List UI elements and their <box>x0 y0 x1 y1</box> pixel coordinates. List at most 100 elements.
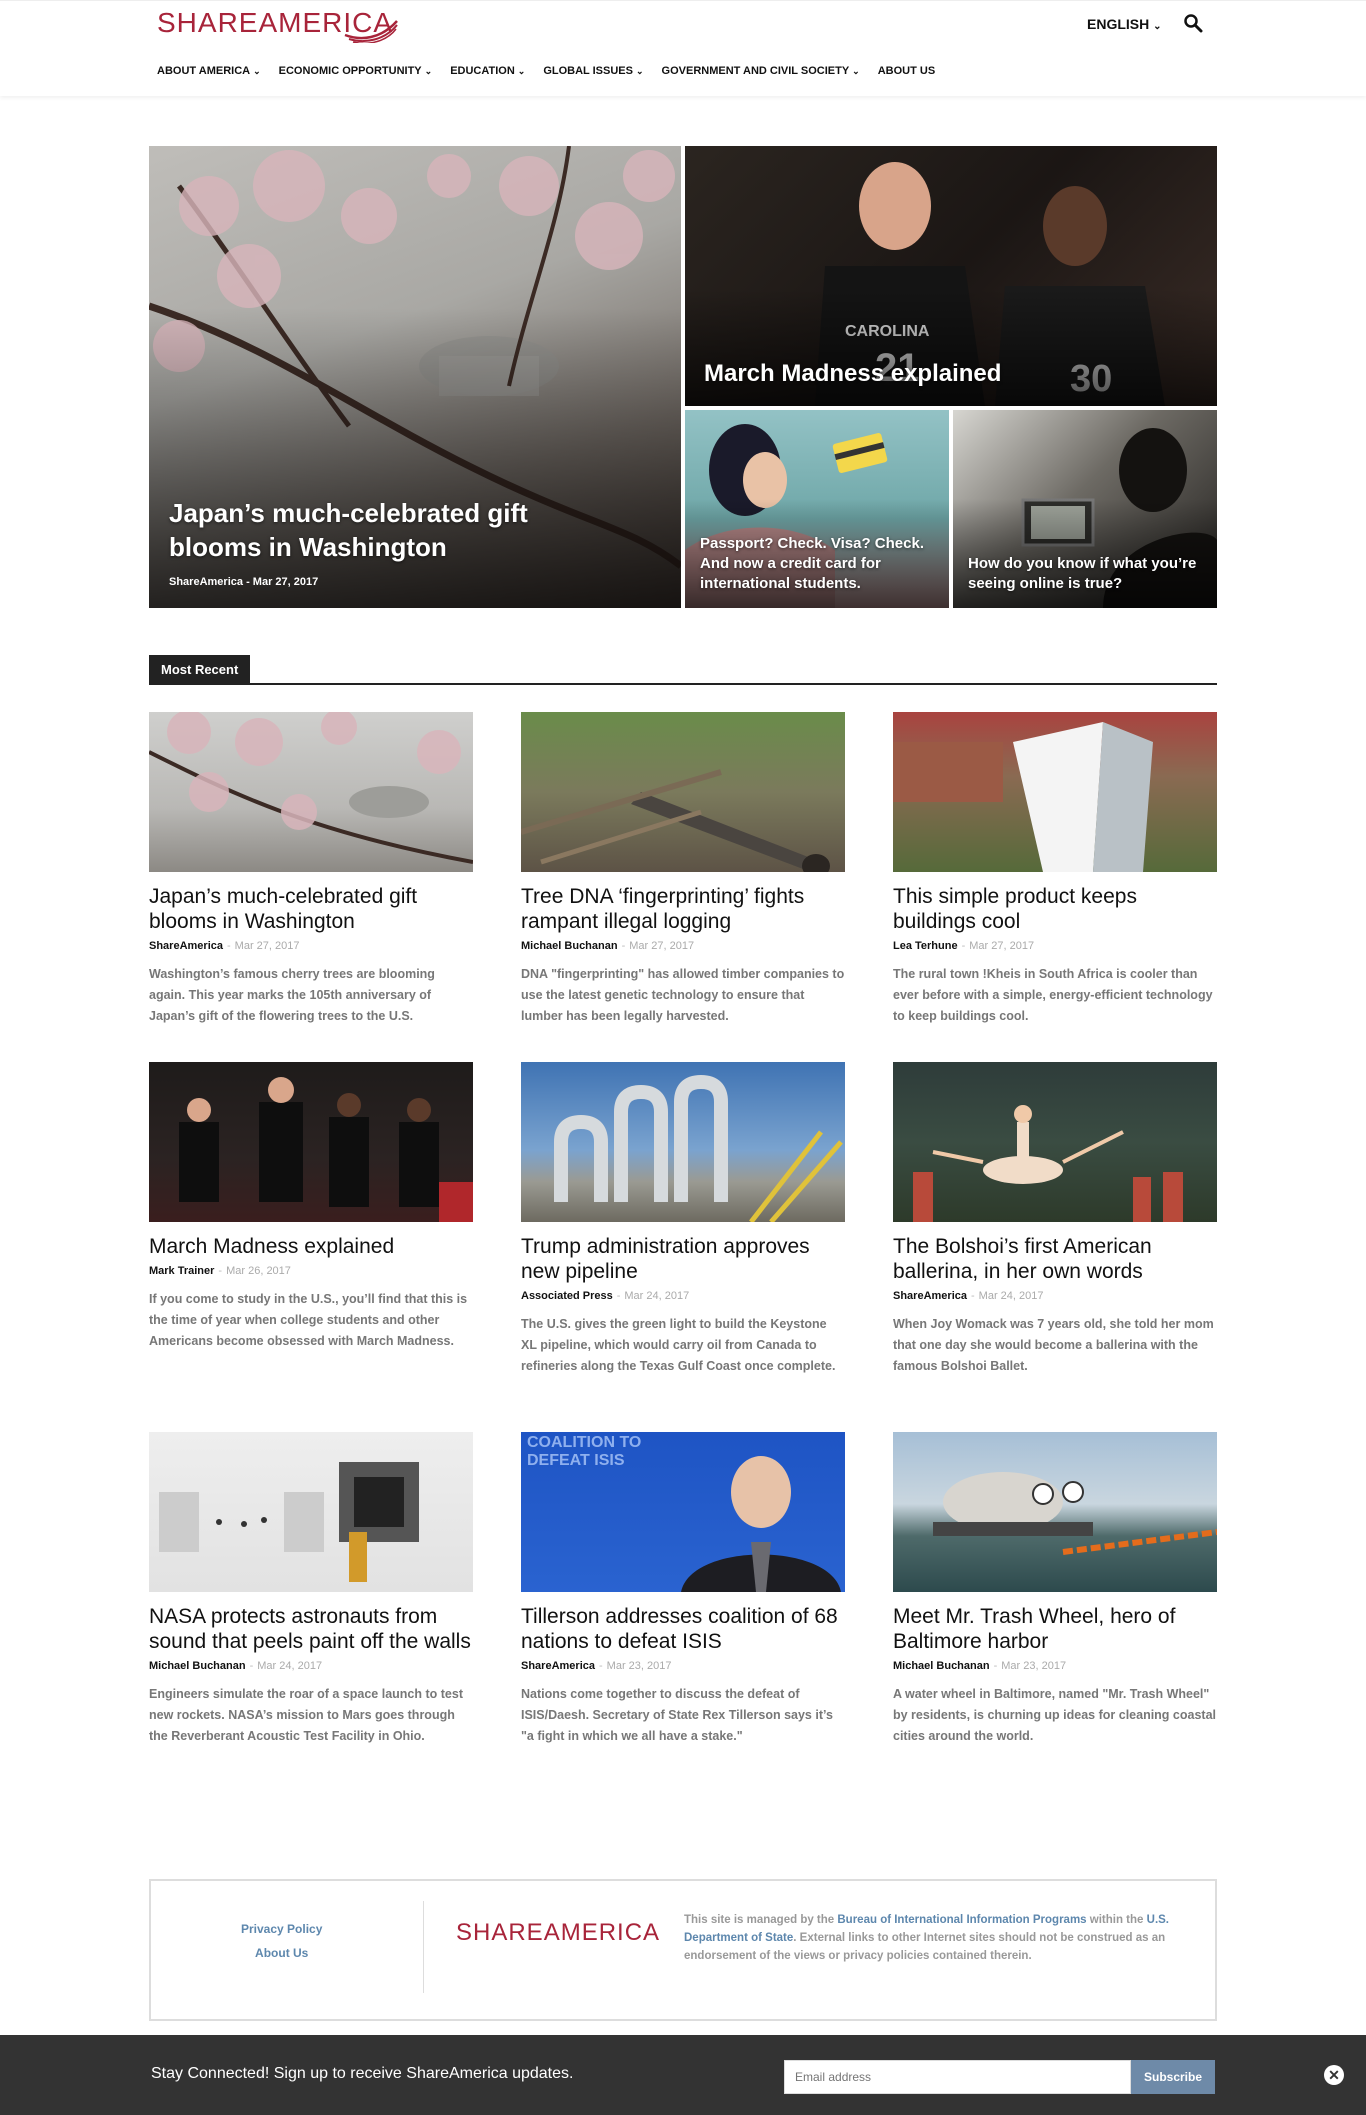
article-author[interactable]: ShareAmerica <box>893 1290 967 1302</box>
nav-item-economic-opportunity[interactable]: ECONOMIC OPPORTUNITY ⌄ <box>279 65 433 77</box>
article-excerpt: Engineers simulate the roar of a space l… <box>149 1687 463 1743</box>
article-author[interactable]: Michael Buchanan <box>149 1660 246 1672</box>
site-footer: Privacy Policy About Us SHAREAMERICA Thi… <box>149 1879 1217 2021</box>
article-thumbnail[interactable] <box>149 1062 473 1222</box>
article-card[interactable]: NASA protects astronauts from sound that… <box>149 1432 473 1747</box>
article-author[interactable]: Michael Buchanan <box>893 1660 990 1672</box>
subscribe-prompt: Stay Connected! Sign up to receive Share… <box>151 2065 574 2082</box>
article-thumbnail[interactable] <box>893 1062 1217 1222</box>
about-us-link[interactable]: About Us <box>241 1941 322 1965</box>
article-byline: ShareAmerica - Mar 27, 2017 <box>149 940 473 952</box>
nav-label: GLOBAL ISSUES <box>543 65 633 77</box>
hero-bottom-left-tile[interactable]: Passport? Check. Visa? Check. And now a … <box>685 410 949 608</box>
article-thumbnail[interactable] <box>893 712 1217 872</box>
byline-separator: - <box>249 1660 254 1672</box>
article-title[interactable]: Trump administration approves new pipeli… <box>521 1234 845 1284</box>
article-byline: Lea Terhune - Mar 27, 2017 <box>893 940 1217 952</box>
article-thumbnail[interactable] <box>149 712 473 872</box>
footer-logo[interactable]: SHAREAMERICA <box>456 1919 660 1947</box>
subscribe-button[interactable]: Subscribe <box>1131 2060 1215 2094</box>
article-excerpt: A water wheel in Baltimore, named "Mr. T… <box>893 1687 1216 1743</box>
hero-main-title[interactable]: Japan’s much-celebrated gift blooms in W… <box>169 496 569 564</box>
article-title[interactable]: The Bolshoi’s first American ballerina, … <box>893 1234 1217 1284</box>
chevron-down-icon: ⌄ <box>852 66 860 76</box>
nav-label: ECONOMIC OPPORTUNITY <box>278 65 422 77</box>
article-thumbnail[interactable] <box>893 1432 1217 1592</box>
article-date: Mar 24, 2017 <box>978 1290 1044 1302</box>
article-title[interactable]: Meet Mr. Trash Wheel, hero of Baltimore … <box>893 1604 1217 1654</box>
hero-overlay <box>685 289 1217 406</box>
disclaimer-text: within the <box>1086 1914 1147 1926</box>
article-card[interactable]: Trump administration approves new pipeli… <box>521 1062 845 1377</box>
article-card[interactable]: March Madness explained Mark Trainer - Mar… <box>149 1062 473 1352</box>
search-icon[interactable] <box>1183 13 1203 33</box>
article-thumbnail[interactable] <box>521 1062 845 1222</box>
article-author[interactable]: ShareAmerica <box>521 1660 595 1672</box>
nav-item-global-issues[interactable]: GLOBAL ISSUES ⌄ <box>543 65 643 77</box>
article-card[interactable]: The Bolshoi’s first American ballerina, … <box>893 1062 1217 1377</box>
article-card[interactable]: Japan’s much-celebrated gift blooms in W… <box>149 712 473 1027</box>
article-excerpt: The U.S. gives the green light to build … <box>521 1317 836 1373</box>
hero-bottom-right-title[interactable]: How do you know if what you’re seeing on… <box>968 554 1208 594</box>
byline-separator: - <box>227 940 231 952</box>
article-date: Mar 26, 2017 <box>226 1265 291 1277</box>
byline-separator: - <box>961 940 966 952</box>
article-thumbnail[interactable] <box>149 1432 473 1592</box>
article-card[interactable]: COALITION TO DEFEAT ISIS Tillerson addre… <box>521 1432 845 1747</box>
article-byline: ShareAmerica - Mar 23, 2017 <box>521 1660 845 1672</box>
hero-bottom-left-title[interactable]: Passport? Check. Visa? Check. And now a … <box>700 534 940 594</box>
hero-main-tile[interactable]: Japan’s much-celebrated gift blooms in W… <box>149 146 681 608</box>
article-excerpt: The rural town !Kheis in South Africa is… <box>893 967 1213 1023</box>
hero-bottom-right-tile[interactable]: How do you know if what you’re seeing on… <box>953 410 1217 608</box>
article-byline: Mark Trainer - Mar 26, 2017 <box>149 1265 473 1277</box>
article-author[interactable]: Mark Trainer <box>149 1265 214 1277</box>
article-thumbnail[interactable]: COALITION TO DEFEAT ISIS <box>521 1432 845 1592</box>
byline-separator: - <box>621 940 626 952</box>
chevron-down-icon: ⌄ <box>517 66 526 76</box>
article-date: Mar 24, 2017 <box>624 1290 690 1302</box>
hero-top-right-tile[interactable]: CAROLINA 21 30 March Madness explained <box>685 146 1217 406</box>
close-icon[interactable]: ✕ <box>1324 2065 1344 2085</box>
article-card[interactable]: Tree DNA ‘fingerprinting’ fights rampant… <box>521 712 845 1027</box>
article-excerpt: When Joy Womack was 7 years old, she tol… <box>893 1317 1214 1373</box>
privacy-policy-link[interactable]: Privacy Policy <box>241 1917 322 1941</box>
article-thumbnail[interactable] <box>521 712 845 872</box>
hero-main-author[interactable]: ShareAmerica <box>169 576 243 588</box>
byline-separator: - <box>616 1290 621 1302</box>
footer-disclaimer: This site is managed by the Bureau of In… <box>684 1911 1194 1965</box>
article-title[interactable]: Tillerson addresses coalition of 68 nati… <box>521 1604 845 1654</box>
article-byline: Associated Press - Mar 24, 2017 <box>521 1290 845 1302</box>
article-card[interactable]: This simple product keeps buildings cool… <box>893 712 1217 1027</box>
basketball-team-thumb <box>179 1077 473 1222</box>
nav-item-government-civil-society[interactable]: GOVERNMENT AND CIVIL SOCIETY ⌄ <box>662 65 860 77</box>
main-nav: ABOUT AMERICA ⌄ ECONOMIC OPPORTUNITY ⌄ EDU… <box>157 65 953 77</box>
article-author[interactable]: ShareAmerica <box>149 940 223 952</box>
site-logo[interactable]: SHAREAMERICA <box>157 7 398 43</box>
email-input[interactable] <box>784 2060 1131 2094</box>
byline-separator: - <box>599 1660 603 1672</box>
hero-top-right-title[interactable]: March Madness explained <box>704 360 1001 388</box>
byline-separator: - <box>246 576 253 588</box>
article-author[interactable]: Lea Terhune <box>893 940 958 952</box>
article-author[interactable]: Associated Press <box>521 1290 613 1302</box>
article-title[interactable]: Japan’s much-celebrated gift blooms in W… <box>149 884 473 934</box>
article-title[interactable]: This simple product keeps buildings cool <box>893 884 1217 934</box>
iip-link[interactable]: Bureau of International Information Prog… <box>837 1914 1086 1926</box>
nav-item-about-us[interactable]: ABOUT US <box>878 65 935 77</box>
nav-label: ABOUT AMERICA <box>157 65 251 77</box>
nav-item-education[interactable]: EDUCATION ⌄ <box>450 65 525 77</box>
article-card[interactable]: Meet Mr. Trash Wheel, hero of Baltimore … <box>893 1432 1217 1747</box>
section-heading-label: Most Recent <box>149 655 251 683</box>
article-excerpt: Nations come together to discuss the def… <box>521 1687 833 1743</box>
byline-separator: - <box>971 1290 975 1302</box>
language-label: ENGLISH <box>1087 16 1150 32</box>
article-title[interactable]: NASA protects astronauts from sound that… <box>149 1604 473 1654</box>
language-selector[interactable]: ENGLISH ⌄ <box>1087 16 1162 32</box>
article-date: Mar 27, 2017 <box>969 940 1035 952</box>
article-title[interactable]: Tree DNA ‘fingerprinting’ fights rampant… <box>521 884 845 934</box>
article-title[interactable]: March Madness explained <box>149 1234 473 1259</box>
nav-label: ABOUT US <box>877 65 936 77</box>
nav-item-about-america[interactable]: ABOUT AMERICA ⌄ <box>157 65 261 77</box>
article-author[interactable]: Michael Buchanan <box>521 940 618 952</box>
chevron-down-icon: ⌄ <box>253 66 261 76</box>
